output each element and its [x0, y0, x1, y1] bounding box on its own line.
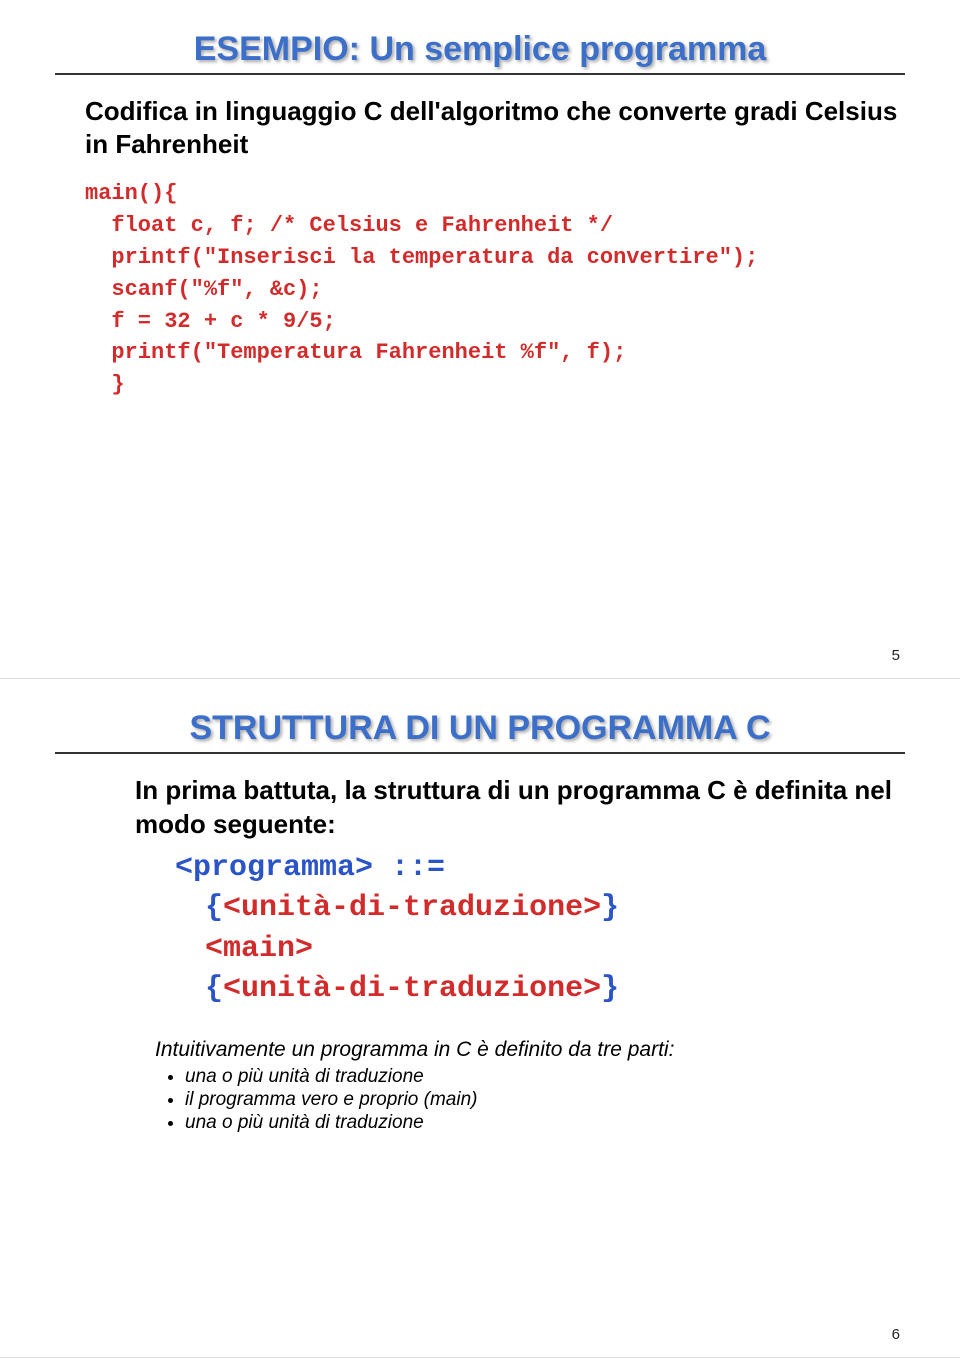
page-number: 6 [892, 1326, 900, 1343]
brace-open: { [205, 972, 223, 1006]
code-block: main(){ float c, f; /* Celsius e Fahrenh… [85, 178, 905, 401]
title-underline [55, 752, 905, 754]
list-item: il programma vero e proprio (main) [185, 1089, 905, 1111]
bullet-list: una o più unità di traduzione il program… [185, 1066, 905, 1134]
page-number: 5 [892, 647, 900, 664]
intro-text: In prima battuta, la struttura di un pro… [135, 774, 905, 842]
grammar-unit: <unità-di-traduzione> [223, 972, 601, 1006]
grammar-program: <programma> ::= [175, 851, 445, 885]
slide-1: ESEMPIO: Un semplice programma Codifica … [0, 0, 960, 679]
slide-2: STRUTTURA DI UN PROGRAMMA C In prima bat… [0, 679, 960, 1358]
note-text: Intuitivamente un programma in C è defin… [155, 1038, 905, 1062]
brace-close: } [601, 891, 619, 925]
brace-close: } [601, 972, 619, 1006]
slide-title: ESEMPIO: Un semplice programma [55, 30, 905, 69]
grammar-unit: <unità-di-traduzione> [223, 891, 601, 925]
list-item: una o più unità di traduzione [185, 1066, 905, 1088]
slide-title: STRUTTURA DI UN PROGRAMMA C [55, 709, 905, 748]
brace-open: { [205, 891, 223, 925]
list-item: una o più unità di traduzione [185, 1112, 905, 1134]
intro-text: Codifica in linguaggio C dell'algoritmo … [85, 95, 905, 160]
grammar-main: <main> [205, 932, 313, 966]
title-underline [55, 73, 905, 75]
grammar-block: <programma> ::= {<unità-di-traduzione>} … [175, 848, 905, 1010]
